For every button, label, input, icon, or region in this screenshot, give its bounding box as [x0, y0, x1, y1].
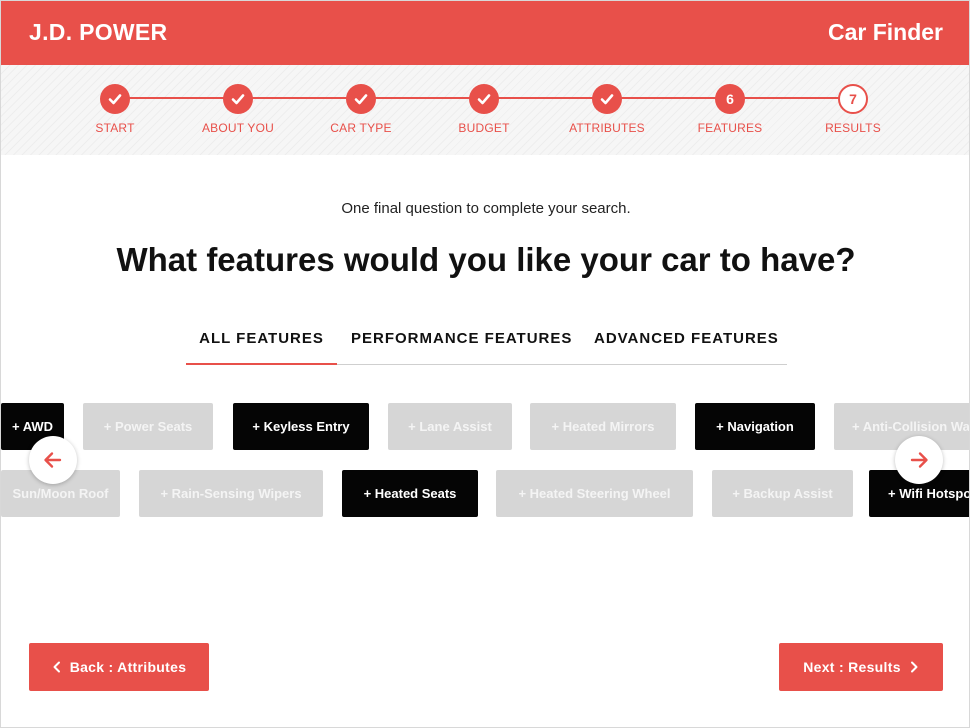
step-label: RESULTS [825, 121, 881, 135]
step-label: ABOUT YOU [201, 121, 275, 135]
arrow-left-icon [44, 452, 62, 468]
back-button[interactable]: Back : Attributes [29, 643, 209, 691]
chevron-left-icon [53, 661, 60, 673]
car-finder-page: J.D. POWER Car Finder START ABOUT YOU CA… [0, 0, 970, 728]
feature-chip-rain-sensing-wipers[interactable]: + Rain-Sensing Wipers [139, 470, 323, 517]
feature-chip-keyless-entry[interactable]: + Keyless Entry [233, 403, 369, 450]
step-results[interactable]: 7 RESULTS [793, 84, 913, 135]
check-icon [592, 84, 622, 114]
page-title: What features would you like your car to… [116, 241, 856, 278]
tab-performance-features[interactable]: PERFORMANCE FEATURES [351, 323, 571, 365]
progress-stepper: START ABOUT YOU CAR TYPE BUDGET ATTRIBUT [1, 65, 969, 155]
brand-logo[interactable]: J.D. POWER [29, 19, 167, 46]
next-button[interactable]: Next : Results [779, 643, 943, 691]
check-icon [346, 84, 376, 114]
step-number: 7 [838, 84, 868, 114]
step-label: ATTRIBUTES [569, 121, 645, 135]
tab-all-features[interactable]: ALL FEATURES [186, 323, 337, 365]
step-features[interactable]: 6 FEATURES [670, 84, 790, 135]
step-about-you[interactable]: ABOUT YOU [178, 84, 298, 135]
step-label: CAR TYPE [330, 121, 392, 135]
check-icon [100, 84, 130, 114]
app-title: Car Finder [827, 19, 943, 45]
step-label: START [95, 121, 135, 135]
feature-chip-power-seats[interactable]: + Power Seats [83, 403, 213, 450]
step-attributes[interactable]: ATTRIBUTES [547, 84, 667, 135]
feature-tabs: ALL FEATURES PERFORMANCE FEATURES ADVANC… [186, 323, 787, 365]
next-button-label: Next : Results [803, 659, 901, 675]
carousel-prev-button[interactable] [29, 436, 77, 484]
header-bar: J.D. POWER Car Finder [1, 1, 969, 65]
step-budget[interactable]: BUDGET [424, 84, 544, 135]
arrow-right-icon [910, 452, 928, 468]
back-button-label: Back : Attributes [69, 659, 187, 675]
step-number: 6 [715, 84, 745, 114]
page-subtitle: One final question to complete your sear… [341, 200, 631, 217]
step-label: FEATURES [697, 121, 763, 135]
feature-chip-heated-mirrors[interactable]: + Heated Mirrors [530, 403, 676, 450]
step-label: BUDGET [458, 121, 510, 135]
chevron-right-icon [910, 661, 918, 673]
feature-chip-backup-assist[interactable]: + Backup Assist [712, 470, 853, 517]
check-icon [469, 84, 499, 114]
feature-chip-heated-steering-wheel[interactable]: + Heated Steering Wheel [496, 470, 693, 517]
feature-chip-navigation[interactable]: + Navigation [695, 403, 815, 450]
step-car-type[interactable]: CAR TYPE [301, 84, 421, 135]
feature-chip-lane-assist[interactable]: + Lane Assist [388, 403, 512, 450]
check-icon [223, 84, 253, 114]
tab-advanced-features[interactable]: ADVANCED FEATURES [594, 323, 778, 365]
feature-chip-heated-seats[interactable]: + Heated Seats [342, 470, 478, 517]
carousel-next-button[interactable] [895, 436, 943, 484]
step-start[interactable]: START [55, 84, 175, 135]
